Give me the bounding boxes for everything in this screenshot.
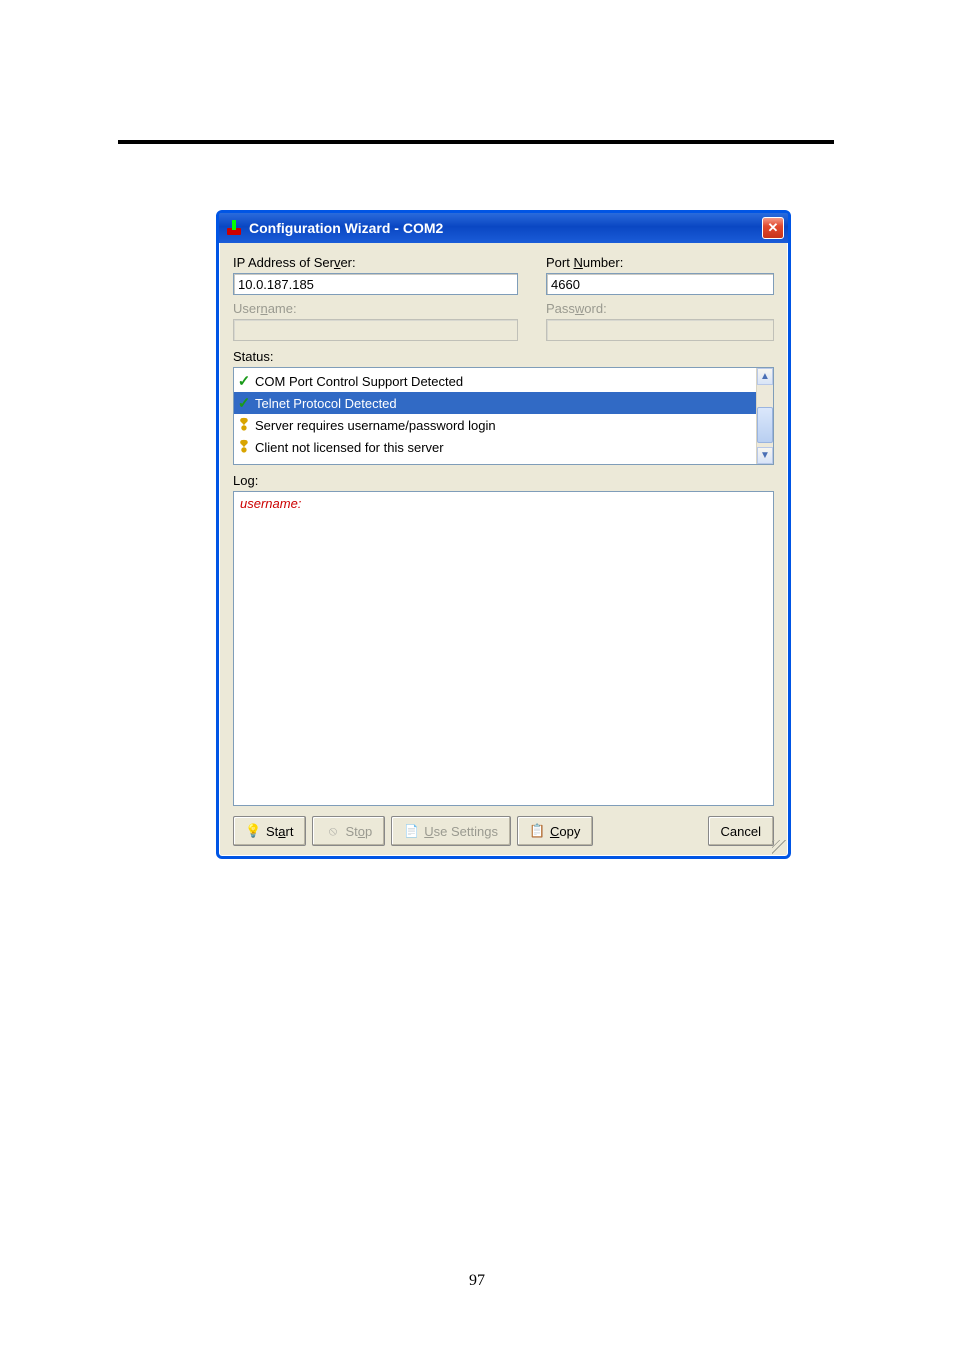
copy-button[interactable]: 📋 Copy — [517, 816, 593, 846]
ip-address-label: IP Address of Server: — [233, 255, 518, 270]
ip-address-input[interactable] — [233, 273, 518, 295]
username-input — [233, 319, 518, 341]
status-listbox[interactable]: ✓COM Port Control Support Detected✓Telne… — [233, 367, 774, 465]
close-button[interactable]: ✕ — [762, 217, 784, 239]
copy-icon: 📋 — [530, 824, 545, 839]
log-label: Log: — [233, 473, 774, 488]
password-input — [546, 319, 774, 341]
port-number-label: Port Number: — [546, 255, 774, 270]
use-settings-button: 📄 Use Settings — [391, 816, 511, 846]
page-top-rule — [118, 140, 834, 144]
exclamation-icon: ❢ — [236, 417, 252, 433]
password-label: Password: — [546, 301, 774, 316]
page-number: 97 — [0, 1272, 954, 1290]
status-item-text: COM Port Control Support Detected — [255, 374, 463, 389]
exclamation-icon: ❢ — [236, 439, 252, 455]
cancel-button-label: Cancel — [721, 824, 761, 839]
app-icon — [225, 219, 243, 237]
cancel-button[interactable]: Cancel — [708, 816, 774, 846]
check-icon: ✓ — [236, 395, 252, 411]
check-icon: ✓ — [236, 373, 252, 389]
username-label: Username: — [233, 301, 518, 316]
status-item[interactable]: ✓Telnet Protocol Detected — [234, 392, 773, 414]
window-title: Configuration Wizard - COM2 — [249, 220, 762, 236]
stop-button-label: Stop — [345, 824, 372, 839]
status-item[interactable]: ✓COM Port Control Support Detected — [234, 370, 773, 392]
status-item-text: Telnet Protocol Detected — [255, 396, 397, 411]
stop-button: ⦸ Stop — [312, 816, 385, 846]
stop-icon: ⦸ — [325, 824, 340, 839]
resize-grip[interactable] — [772, 840, 786, 854]
titlebar[interactable]: Configuration Wizard - COM2 ✕ — [219, 213, 788, 243]
status-item-text: Server requires username/password login — [255, 418, 496, 433]
use-settings-button-label: Use Settings — [424, 824, 498, 839]
client-area: IP Address of Server: Port Number: Usern… — [219, 243, 788, 856]
button-bar: 💡 Start ⦸ Stop 📄 Use Settings 📋 Copy Can… — [233, 816, 774, 846]
port-number-input[interactable] — [546, 273, 774, 295]
settings-icon: 📄 — [404, 824, 419, 839]
scroll-track[interactable] — [757, 385, 773, 447]
scroll-up-button[interactable]: ▲ — [757, 368, 773, 385]
close-icon: ✕ — [768, 220, 779, 236]
status-item[interactable]: ❢Client not licensed for this server — [234, 436, 773, 458]
log-content: username: — [240, 496, 301, 511]
status-item[interactable]: ❢Server requires username/password login — [234, 414, 773, 436]
lightbulb-icon: 💡 — [246, 824, 261, 839]
scroll-thumb[interactable] — [757, 407, 773, 443]
start-button[interactable]: 💡 Start — [233, 816, 306, 846]
status-item-text: Client not licensed for this server — [255, 440, 444, 455]
config-wizard-dialog: Configuration Wizard - COM2 ✕ IP Address… — [216, 210, 791, 859]
status-label: Status: — [233, 349, 774, 364]
copy-button-label: Copy — [550, 824, 580, 839]
status-scrollbar[interactable]: ▲ ▼ — [756, 368, 773, 464]
log-textarea[interactable]: username: — [233, 491, 774, 806]
scroll-down-button[interactable]: ▼ — [757, 447, 773, 464]
status-list: ✓COM Port Control Support Detected✓Telne… — [234, 368, 773, 460]
start-button-label: Start — [266, 824, 293, 839]
